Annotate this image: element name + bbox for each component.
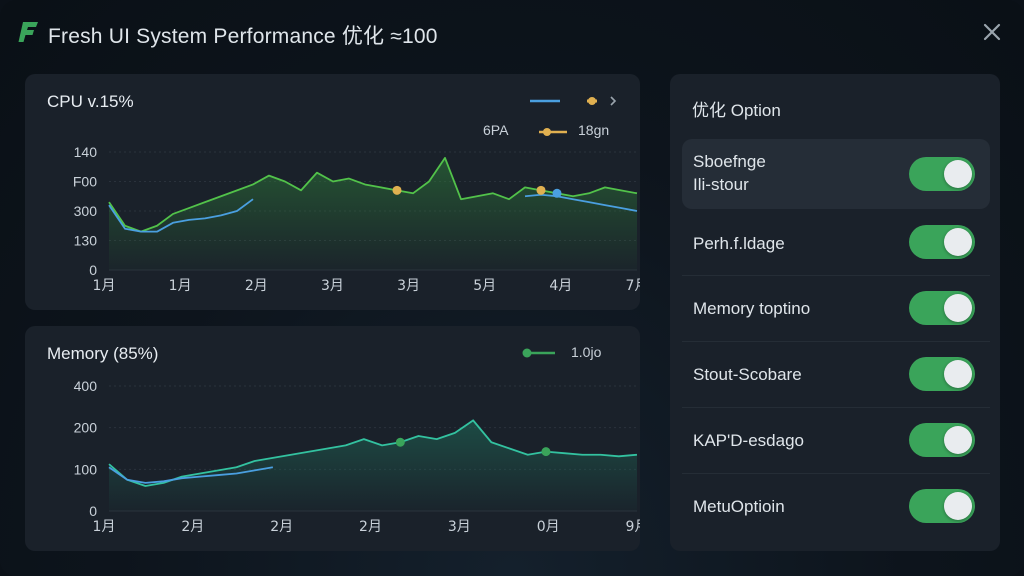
option-row[interactable]: KAP'D-esdago [682, 408, 990, 474]
data-point-marker [536, 185, 546, 195]
y-tick-label: 200 [74, 420, 98, 436]
option-toggle[interactable] [909, 157, 975, 191]
data-point-marker [541, 447, 551, 457]
series-area [109, 420, 637, 511]
x-tick-label: 9月 [626, 519, 640, 535]
x-tick-label: 2月 [181, 519, 204, 535]
x-tick-label: 3月 [397, 278, 420, 294]
x-tick-label: 4月 [549, 278, 572, 294]
y-tick-label: 400 [74, 378, 98, 394]
option-row[interactable]: Memory toptino [682, 276, 990, 342]
y-tick-label: F00 [73, 174, 97, 190]
option-row[interactable]: Perh.f.ldage [682, 210, 990, 276]
toggle-knob [944, 492, 972, 520]
option-label: KAP'D-esdago [693, 431, 804, 450]
option-toggle[interactable] [909, 489, 975, 523]
option-row[interactable]: Sboefnge Ili-stour [682, 139, 990, 209]
option-label: Memory toptino [693, 299, 811, 318]
x-tick-label: 2月 [270, 519, 293, 535]
app-logo-icon [18, 22, 38, 42]
memory-chart-panel: Memory (85%) 1.0jo 400 200 100 0 1月 2月 2月 2月 3月 0… [25, 326, 640, 551]
x-tick-label: 3月 [448, 519, 471, 535]
toggle-knob [944, 228, 972, 256]
y-tick-label: 0 [89, 503, 97, 519]
y-tick-label: 300 [74, 203, 98, 219]
toggle-knob [944, 426, 972, 454]
x-tick-label: 0月 [537, 519, 560, 535]
x-tick-label: 1月 [93, 519, 116, 535]
close-icon[interactable] [978, 18, 1006, 46]
cpu-line-chart: 140F0030013001月1月2月3月3月5月4月7月 [73, 144, 640, 294]
options-panel: 优化 Option Sboefnge Ili-stour Perh.f.ldag… [670, 74, 1000, 551]
y-tick-label: 140 [74, 144, 98, 160]
app-window: Fresh UI System Performance 优化 ≈100 CPU … [0, 0, 1024, 576]
option-toggle[interactable] [909, 357, 975, 391]
y-tick-label: 0 [89, 262, 97, 278]
x-tick-label: 2月 [359, 519, 382, 535]
data-point-marker [392, 185, 402, 195]
option-toggle[interactable] [909, 423, 975, 457]
y-tick-label: 130 [74, 233, 98, 249]
data-point-marker [552, 188, 562, 198]
title-bar: Fresh UI System Performance 优化 ≈100 [0, 0, 1024, 64]
options-title: 优化 Option [692, 101, 781, 120]
option-label: Stout-Scobare [693, 365, 802, 384]
x-tick-label: 5月 [473, 278, 496, 294]
x-tick-label: 3月 [321, 278, 344, 294]
option-label: MetuOptioin [693, 497, 785, 516]
option-toggle[interactable] [909, 291, 975, 325]
data-point-marker [395, 437, 405, 447]
toggle-knob [944, 360, 972, 388]
x-tick-label: 1月 [169, 278, 192, 294]
x-tick-label: 1月 [93, 278, 116, 294]
cpu-chart-panel: CPU v.15% 6PA 18gn 140 F00 300 130 0 1月 1月 2月 3月… [25, 74, 640, 310]
option-label: Sboefnge Ili-stour [693, 152, 766, 194]
toggle-knob [944, 160, 972, 188]
x-tick-label: 7月 [626, 278, 640, 294]
y-tick-label: 100 [74, 461, 98, 477]
option-row[interactable]: Stout-Scobare [682, 342, 990, 408]
toggle-knob [944, 294, 972, 322]
option-toggle[interactable] [909, 225, 975, 259]
series-area [109, 157, 637, 270]
app-title: Fresh UI System Performance 优化 ≈100 [48, 25, 438, 48]
x-tick-label: 2月 [245, 278, 268, 294]
memory-line-chart: 400 200 100 01月 2月 2月 2月 3月 0月 9月 [74, 378, 640, 535]
option-row[interactable]: MetuOptioin [682, 474, 990, 540]
option-label: Perh.f.ldage [693, 234, 785, 253]
